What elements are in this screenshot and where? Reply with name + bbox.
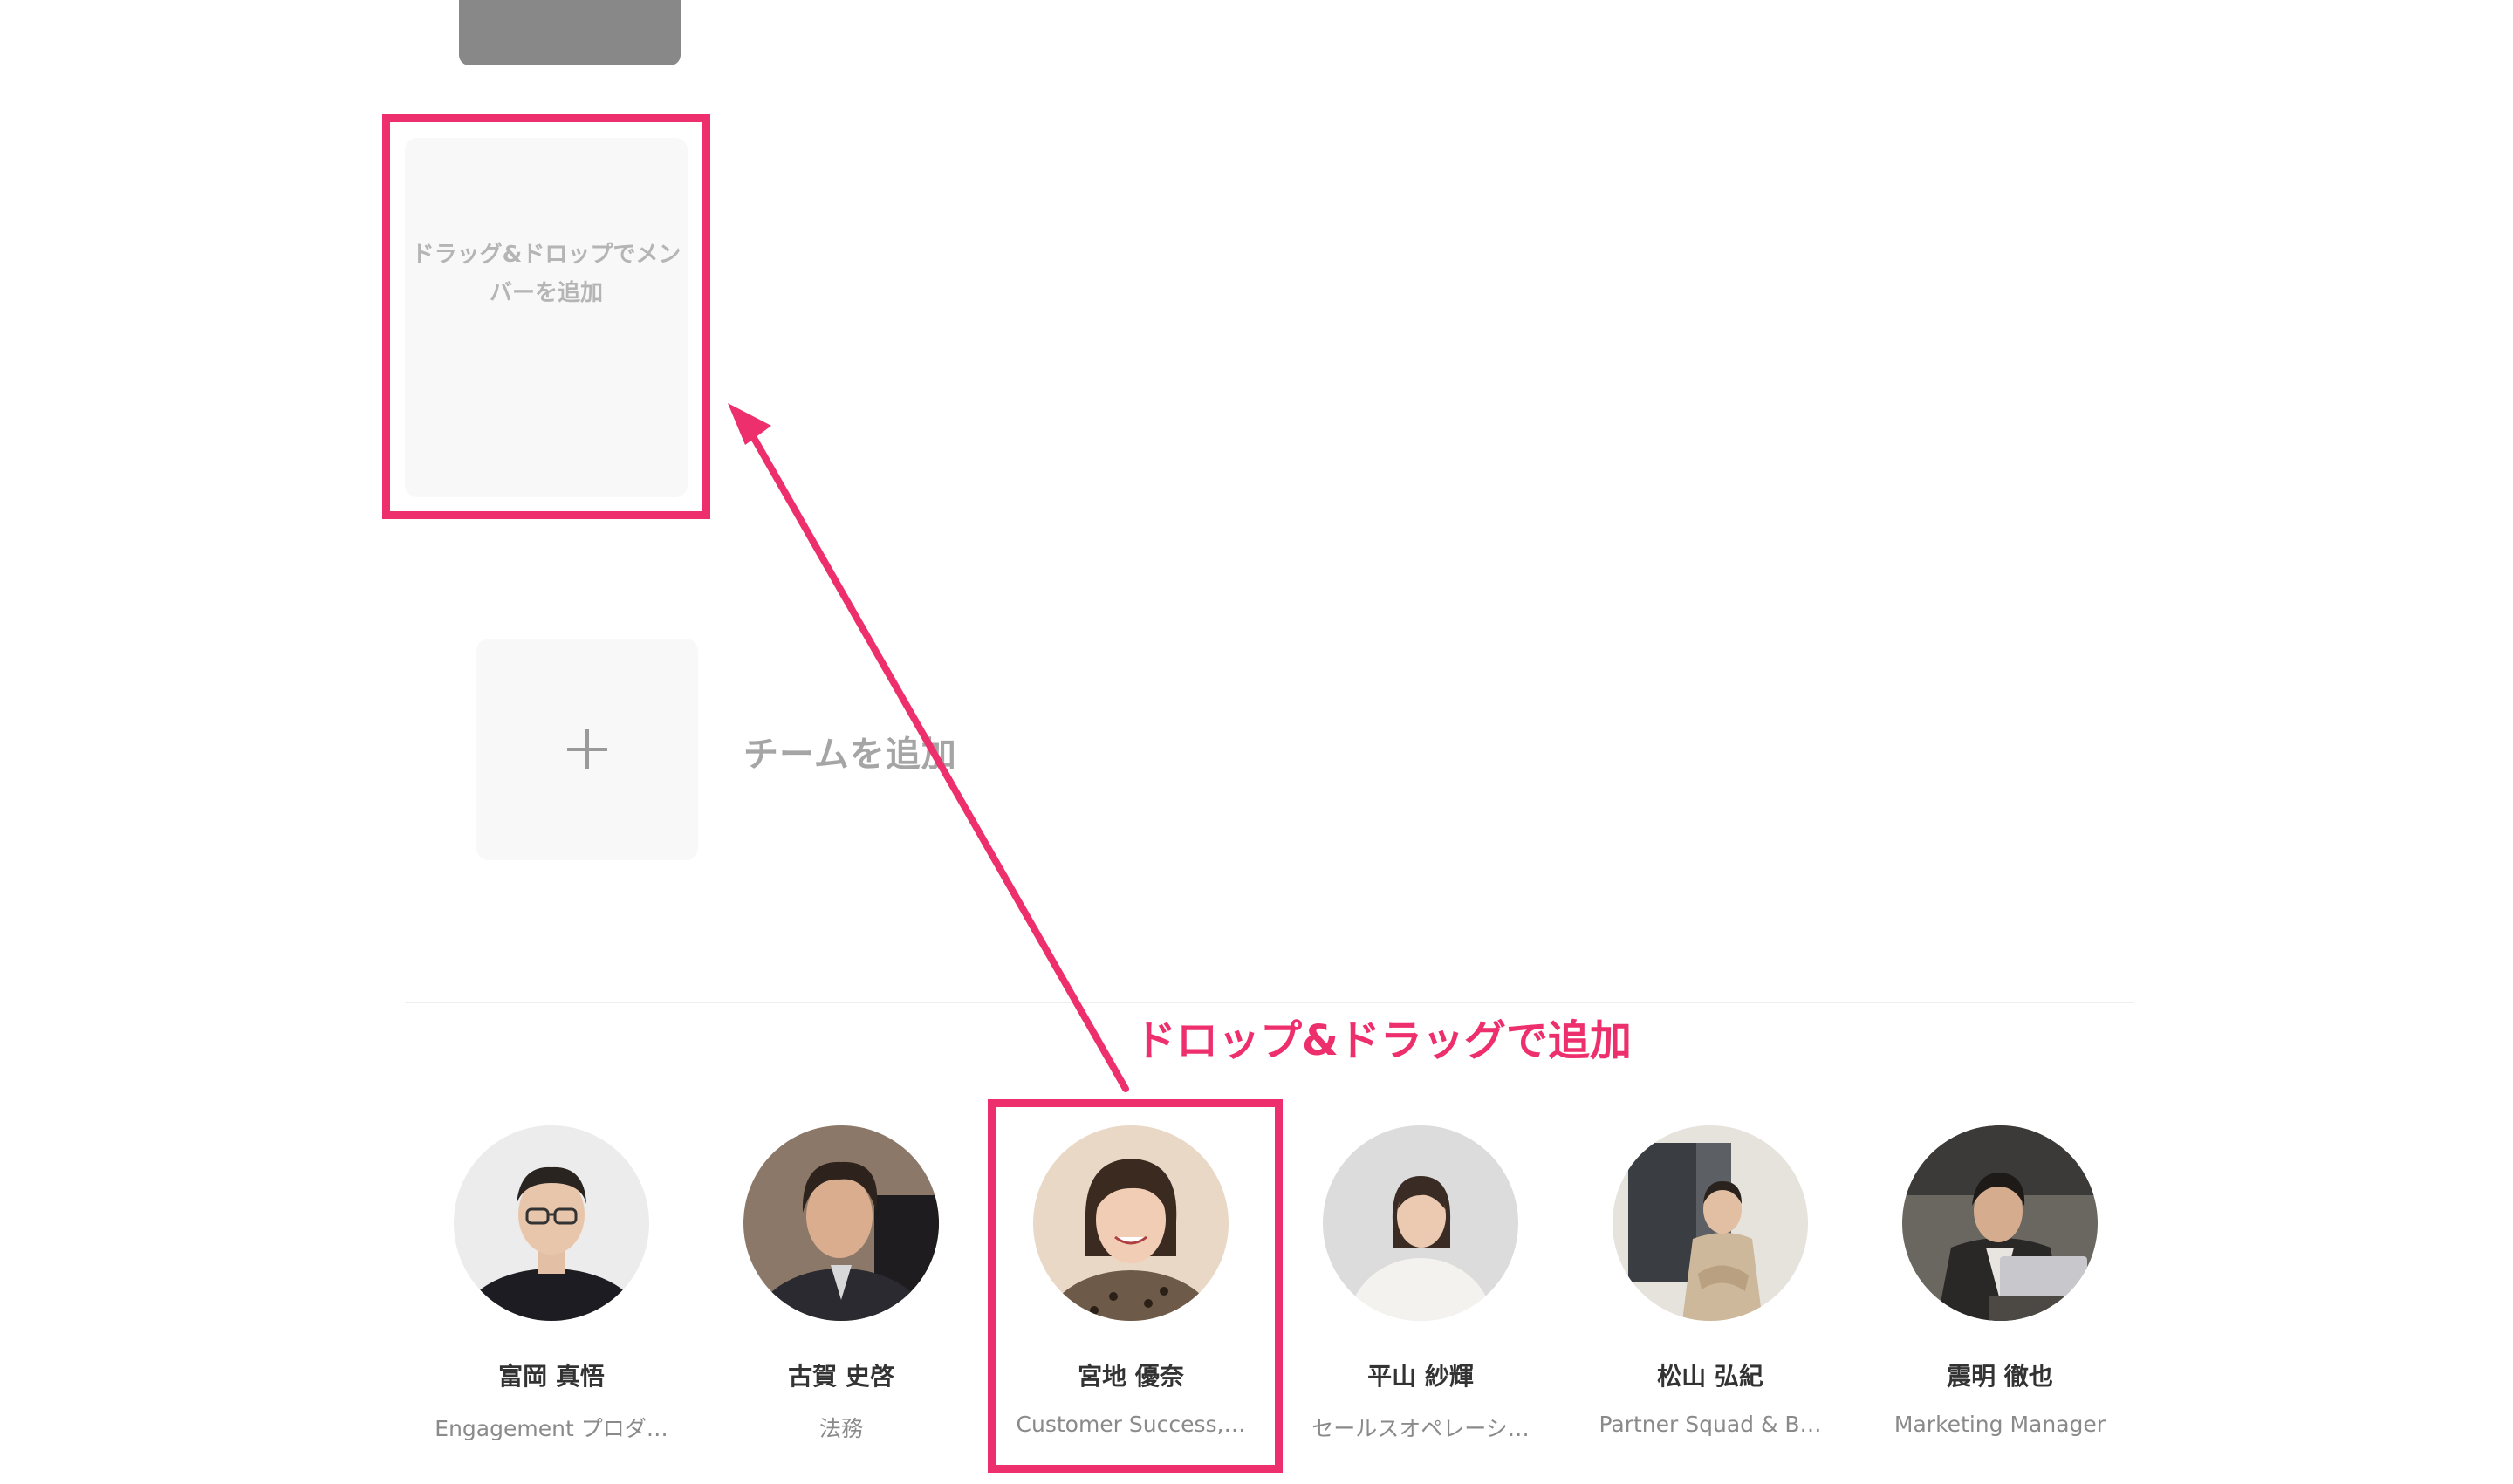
- add-team-button[interactable]: [476, 639, 698, 860]
- member-name: 富岡 真悟: [498, 1362, 605, 1391]
- avatar: [1323, 1125, 1518, 1321]
- member-card[interactable]: 富岡 真悟 Engagement プロダ…: [421, 1125, 682, 1443]
- avatar: [743, 1125, 939, 1321]
- member-card[interactable]: 震明 徹也 Marketing Manager: [1869, 1125, 2131, 1437]
- member-role: 法務: [818, 1416, 863, 1441]
- section-divider: [405, 1002, 2134, 1003]
- member-name: 平山 紗輝: [1367, 1362, 1474, 1391]
- plus-icon: [567, 729, 607, 769]
- drop-zone-highlight: [382, 114, 710, 519]
- member-name: 震明 徹也: [1947, 1362, 2053, 1391]
- selected-member-highlight: [988, 1099, 1283, 1473]
- avatar: [1902, 1125, 2098, 1321]
- team-card-collapsed[interactable]: [459, 0, 681, 65]
- member-role: Engagement プロダ…: [435, 1416, 668, 1441]
- member-role: Marketing Manager: [1893, 1412, 2106, 1437]
- member-name: 古賀 史啓: [788, 1362, 894, 1391]
- member-role: Partner Squad & B…: [1599, 1412, 1822, 1437]
- annotation-label: ドロップ&ドラッグで追加: [1134, 1016, 1632, 1065]
- member-card[interactable]: 松山 弘紀 Partner Squad & B…: [1579, 1125, 1841, 1437]
- member-role: セールスオペレーシ…: [1311, 1416, 1530, 1441]
- avatar: [1613, 1125, 1808, 1321]
- member-card[interactable]: 平山 紗輝 セールスオペレーシ…: [1290, 1125, 1551, 1443]
- add-team-label[interactable]: チームを追加: [743, 726, 957, 776]
- avatar: [454, 1125, 649, 1321]
- drag-arrow-head: [728, 403, 771, 445]
- member-name: 松山 弘紀: [1657, 1362, 1763, 1391]
- member-card[interactable]: 古賀 史啓 法務: [710, 1125, 972, 1443]
